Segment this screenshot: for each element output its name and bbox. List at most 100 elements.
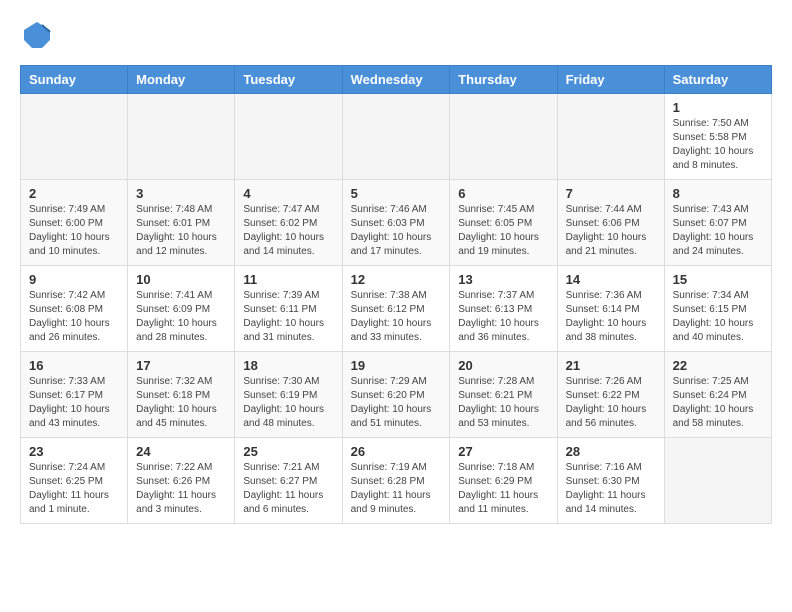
day-info: Sunrise: 7:32 AM Sunset: 6:18 PM Dayligh…	[136, 375, 226, 431]
calendar-cell: 4 Sunrise: 7:47 AM Sunset: 6:02 PM Daylig…	[235, 180, 342, 266]
day-info: Sunrise: 7:18 AM Sunset: 6:29 PM Dayligh…	[458, 461, 548, 517]
weekday-header-saturday: Saturday	[664, 66, 771, 94]
weekday-header-row: SundayMondayTuesdayWednesdayThursdayFrid…	[21, 66, 772, 94]
day-number: 6	[458, 186, 548, 201]
day-number: 26	[351, 444, 442, 459]
day-number: 28	[566, 444, 656, 459]
calendar-cell	[557, 94, 664, 180]
day-info: Sunrise: 7:29 AM Sunset: 6:20 PM Dayligh…	[351, 375, 442, 431]
calendar-cell	[450, 94, 557, 180]
calendar-cell: 10 Sunrise: 7:41 AM Sunset: 6:09 PM Dayli…	[128, 266, 235, 352]
day-info: Sunrise: 7:21 AM Sunset: 6:27 PM Dayligh…	[243, 461, 333, 517]
day-info: Sunrise: 7:41 AM Sunset: 6:09 PM Dayligh…	[136, 289, 226, 345]
day-number: 1	[673, 100, 763, 115]
day-info: Sunrise: 7:37 AM Sunset: 6:13 PM Dayligh…	[458, 289, 548, 345]
day-info: Sunrise: 7:50 AM Sunset: 5:58 PM Dayligh…	[673, 117, 763, 173]
day-info: Sunrise: 7:25 AM Sunset: 6:24 PM Dayligh…	[673, 375, 763, 431]
day-number: 27	[458, 444, 548, 459]
day-number: 9	[29, 272, 119, 287]
calendar-cell	[342, 94, 450, 180]
logo	[20, 20, 52, 55]
calendar-cell: 7Sunrise: 7:44 AM Sunset: 6:06 PM Daylig…	[557, 180, 664, 266]
day-info: Sunrise: 7:16 AM Sunset: 6:30 PM Dayligh…	[566, 461, 656, 517]
day-number: 10	[136, 272, 226, 287]
weekday-header-thursday: Thursday	[450, 66, 557, 94]
day-info: Sunrise: 7:30 AM Sunset: 6:19 PM Dayligh…	[243, 375, 333, 431]
day-info: Sunrise: 7:28 AM Sunset: 6:21 PM Dayligh…	[458, 375, 548, 431]
calendar-cell: 19 Sunrise: 7:29 AM Sunset: 6:20 PM Dayli…	[342, 352, 450, 438]
calendar-table: SundayMondayTuesdayWednesdayThursdayFrid…	[20, 65, 772, 524]
day-number: 8	[673, 186, 763, 201]
calendar-week-4: 23 Sunrise: 7:24 AM Sunset: 6:25 PM Dayli…	[21, 438, 772, 524]
calendar-cell: 9 Sunrise: 7:42 AM Sunset: 6:08 PM Daylig…	[21, 266, 128, 352]
calendar-cell: 20 Sunrise: 7:28 AM Sunset: 6:21 PM Dayli…	[450, 352, 557, 438]
calendar-cell: 11 Sunrise: 7:39 AM Sunset: 6:11 PM Dayli…	[235, 266, 342, 352]
calendar-cell	[21, 94, 128, 180]
calendar-cell	[128, 94, 235, 180]
day-info: Sunrise: 7:22 AM Sunset: 6:26 PM Dayligh…	[136, 461, 226, 517]
calendar-cell: 23 Sunrise: 7:24 AM Sunset: 6:25 PM Dayli…	[21, 438, 128, 524]
day-info: Sunrise: 7:48 AM Sunset: 6:01 PM Dayligh…	[136, 203, 226, 259]
calendar-cell: 12 Sunrise: 7:38 AM Sunset: 6:12 PM Dayli…	[342, 266, 450, 352]
day-number: 5	[351, 186, 442, 201]
day-info: Sunrise: 7:36 AM Sunset: 6:14 PM Dayligh…	[566, 289, 656, 345]
day-number: 21	[566, 358, 656, 373]
day-info: Sunrise: 7:19 AM Sunset: 6:28 PM Dayligh…	[351, 461, 442, 517]
calendar-cell: 25 Sunrise: 7:21 AM Sunset: 6:27 PM Dayli…	[235, 438, 342, 524]
calendar-cell: 1 Sunrise: 7:50 AM Sunset: 5:58 PM Daylig…	[664, 94, 771, 180]
day-info: Sunrise: 7:42 AM Sunset: 6:08 PM Dayligh…	[29, 289, 119, 345]
day-info: Sunrise: 7:49 AM Sunset: 6:00 PM Dayligh…	[29, 203, 119, 259]
calendar-cell: 13Sunrise: 7:37 AM Sunset: 6:13 PM Dayli…	[450, 266, 557, 352]
calendar-cell: 15 Sunrise: 7:34 AM Sunset: 6:15 PM Dayli…	[664, 266, 771, 352]
day-number: 2	[29, 186, 119, 201]
day-info: Sunrise: 7:39 AM Sunset: 6:11 PM Dayligh…	[243, 289, 333, 345]
calendar-cell: 27 Sunrise: 7:18 AM Sunset: 6:29 PM Dayli…	[450, 438, 557, 524]
calendar-cell: 14 Sunrise: 7:36 AM Sunset: 6:14 PM Dayli…	[557, 266, 664, 352]
day-info: Sunrise: 7:33 AM Sunset: 6:17 PM Dayligh…	[29, 375, 119, 431]
weekday-header-monday: Monday	[128, 66, 235, 94]
day-number: 18	[243, 358, 333, 373]
calendar-week-3: 16Sunrise: 7:33 AM Sunset: 6:17 PM Dayli…	[21, 352, 772, 438]
day-info: Sunrise: 7:24 AM Sunset: 6:25 PM Dayligh…	[29, 461, 119, 517]
day-number: 17	[136, 358, 226, 373]
day-number: 12	[351, 272, 442, 287]
calendar-cell: 16Sunrise: 7:33 AM Sunset: 6:17 PM Dayli…	[21, 352, 128, 438]
day-info: Sunrise: 7:47 AM Sunset: 6:02 PM Dayligh…	[243, 203, 333, 259]
calendar-cell: 17 Sunrise: 7:32 AM Sunset: 6:18 PM Dayli…	[128, 352, 235, 438]
calendar-week-0: 1 Sunrise: 7:50 AM Sunset: 5:58 PM Daylig…	[21, 94, 772, 180]
day-info: Sunrise: 7:38 AM Sunset: 6:12 PM Dayligh…	[351, 289, 442, 345]
day-number: 20	[458, 358, 548, 373]
day-number: 25	[243, 444, 333, 459]
calendar-cell	[235, 94, 342, 180]
calendar-cell: 2 Sunrise: 7:49 AM Sunset: 6:00 PM Daylig…	[21, 180, 128, 266]
day-info: Sunrise: 7:43 AM Sunset: 6:07 PM Dayligh…	[673, 203, 763, 259]
calendar-cell: 26 Sunrise: 7:19 AM Sunset: 6:28 PM Dayli…	[342, 438, 450, 524]
calendar-cell	[664, 438, 771, 524]
day-info: Sunrise: 7:46 AM Sunset: 6:03 PM Dayligh…	[351, 203, 442, 259]
calendar-cell: 18 Sunrise: 7:30 AM Sunset: 6:19 PM Dayli…	[235, 352, 342, 438]
day-info: Sunrise: 7:44 AM Sunset: 6:06 PM Dayligh…	[566, 203, 656, 259]
calendar-cell: 24 Sunrise: 7:22 AM Sunset: 6:26 PM Dayli…	[128, 438, 235, 524]
day-number: 11	[243, 272, 333, 287]
page-header	[20, 20, 772, 55]
day-number: 24	[136, 444, 226, 459]
weekday-header-friday: Friday	[557, 66, 664, 94]
weekday-header-wednesday: Wednesday	[342, 66, 450, 94]
calendar-cell: 6 Sunrise: 7:45 AM Sunset: 6:05 PM Daylig…	[450, 180, 557, 266]
calendar-cell: 3Sunrise: 7:48 AM Sunset: 6:01 PM Daylig…	[128, 180, 235, 266]
calendar-week-2: 9 Sunrise: 7:42 AM Sunset: 6:08 PM Daylig…	[21, 266, 772, 352]
day-number: 15	[673, 272, 763, 287]
day-number: 19	[351, 358, 442, 373]
weekday-header-tuesday: Tuesday	[235, 66, 342, 94]
day-info: Sunrise: 7:26 AM Sunset: 6:22 PM Dayligh…	[566, 375, 656, 431]
calendar-cell: 8 Sunrise: 7:43 AM Sunset: 6:07 PM Daylig…	[664, 180, 771, 266]
day-number: 14	[566, 272, 656, 287]
calendar-cell: 5 Sunrise: 7:46 AM Sunset: 6:03 PM Daylig…	[342, 180, 450, 266]
calendar-cell: 28 Sunrise: 7:16 AM Sunset: 6:30 PM Dayli…	[557, 438, 664, 524]
day-info: Sunrise: 7:34 AM Sunset: 6:15 PM Dayligh…	[673, 289, 763, 345]
day-info: Sunrise: 7:45 AM Sunset: 6:05 PM Dayligh…	[458, 203, 548, 259]
calendar-cell: 21 Sunrise: 7:26 AM Sunset: 6:22 PM Dayli…	[557, 352, 664, 438]
calendar-cell: 22Sunrise: 7:25 AM Sunset: 6:24 PM Dayli…	[664, 352, 771, 438]
day-number: 4	[243, 186, 333, 201]
day-number: 23	[29, 444, 119, 459]
